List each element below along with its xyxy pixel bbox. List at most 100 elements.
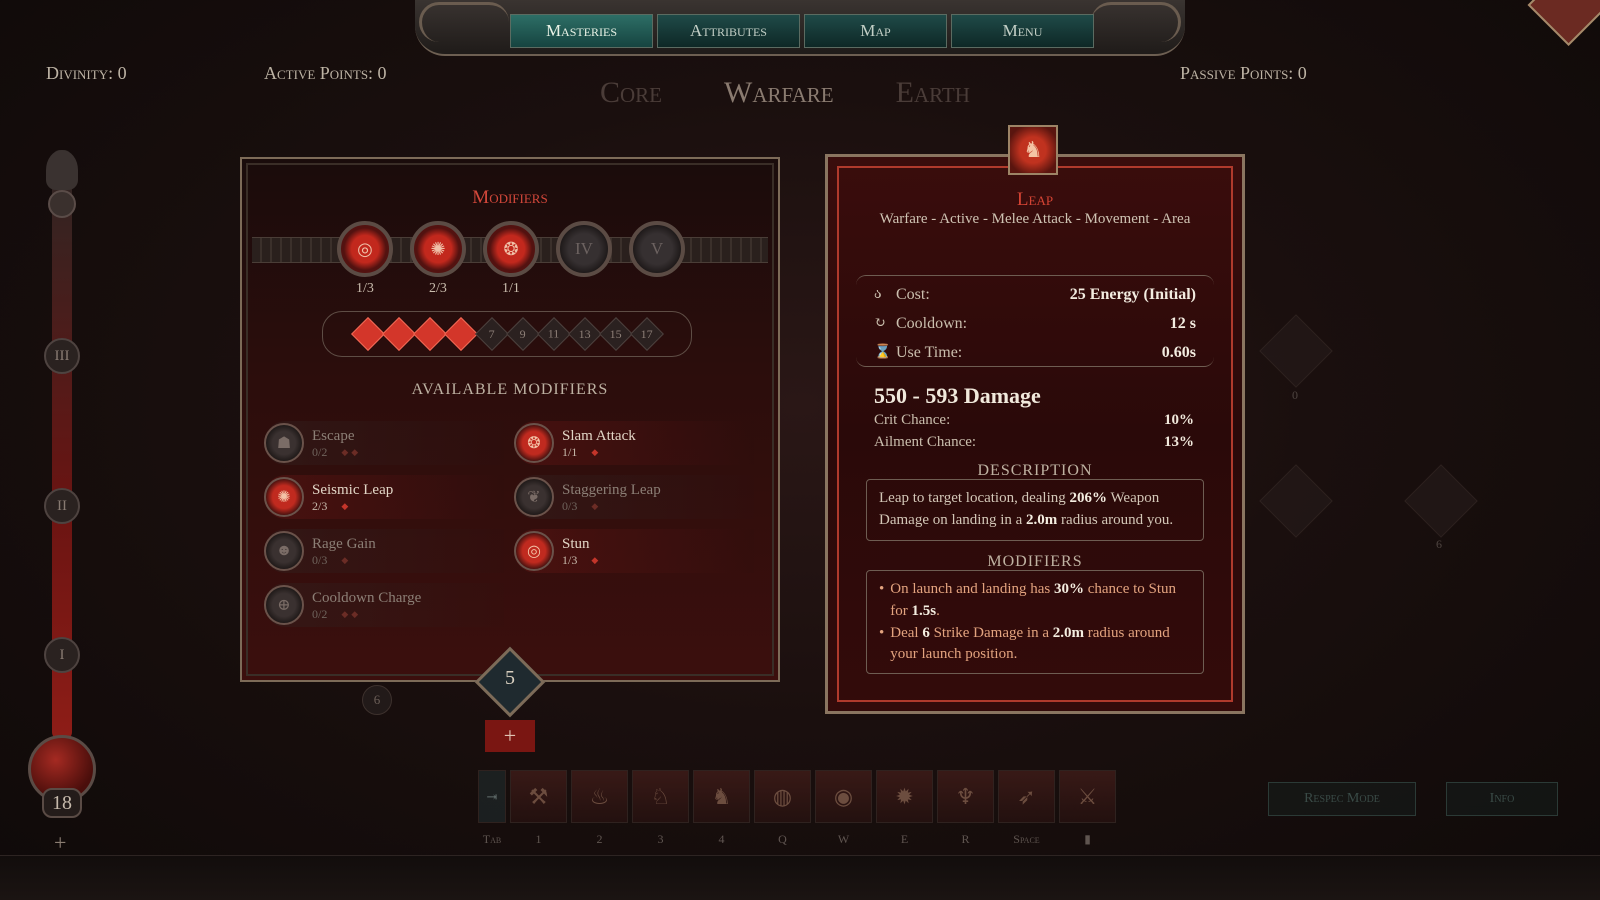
progress-diamond-filled	[412, 317, 447, 351]
hourglass-icon: ⌛	[874, 345, 892, 360]
modifiers-panel: Modifiers ◎ ✺ ❂ IV V 1/3 2/3 1/1 7 9 11 …	[240, 157, 780, 682]
skill-detail-panel: Leap Warfare - Active - Melee Attack - M…	[825, 154, 1245, 714]
skill-tree-node[interactable]	[1404, 464, 1478, 538]
key-label: E	[900, 832, 909, 846]
skill-points-value: 5	[505, 667, 515, 689]
bottom-frame	[0, 855, 1600, 900]
skill-title: Leap	[1016, 189, 1054, 210]
modifier-slot-stun-icon[interactable]: ◎	[337, 221, 393, 277]
skill-slot-sword-icon[interactable]: ⚔	[1059, 770, 1116, 823]
mastery-tab-warfare[interactable]: Warfare	[724, 76, 834, 110]
rage-gain-icon: ☻	[264, 531, 304, 571]
respec-mode-button[interactable]: Respec Mode	[1268, 782, 1416, 816]
description-title: DESCRIPTION	[977, 462, 1093, 479]
tier-node-iii[interactable]: III	[44, 338, 80, 374]
progress-diamond: 13	[567, 317, 602, 351]
divinity-counter: Divinity: 0	[46, 63, 127, 83]
crit-chance-row: Crit Chance: 10%	[874, 412, 1194, 428]
key-label: 3	[657, 832, 664, 846]
skill-slot-axe-icon[interactable]: ⚒	[510, 770, 567, 823]
skill-slot-vortex-icon[interactable]: ✹	[876, 770, 933, 823]
skill-bar: ⇥ ⚒ ♨ ♘ ♞ ◍ ◉ ✹ ♆ ➶ ⚔	[478, 770, 1116, 823]
key-label: 2	[596, 832, 603, 846]
seismic-leap-icon: ✺	[264, 477, 304, 517]
stat-cost: ა Cost: 25 Energy (Initial)	[874, 285, 1196, 303]
modifier-stun[interactable]: ◎ Stun 1/3 ◆	[514, 529, 754, 573]
close-ornament-icon[interactable]	[1527, 0, 1600, 46]
modifier-point-progress: 7 9 11 13 15 17	[322, 311, 692, 357]
modifier-slot-slam-icon[interactable]: ❂	[483, 221, 539, 277]
skill-slot-beast-icon[interactable]: ♘	[632, 770, 689, 823]
skill-point-badge-small: 6	[362, 685, 392, 715]
mastery-level: 18	[42, 788, 82, 818]
slot-count: 1/1	[502, 281, 520, 296]
tab-masteries[interactable]: Masteries	[510, 14, 653, 48]
info-button[interactable]: Info	[1446, 782, 1558, 816]
cooldown-charge-icon: ⊕	[264, 585, 304, 625]
left-ornament	[419, 2, 509, 42]
modifier-escape[interactable]: ☗ Escape 0/2 ◆◆	[264, 421, 504, 465]
modifier-cooldown-charge[interactable]: ⊕ Cooldown Charge 0/2 ◆◆	[264, 583, 504, 627]
skill-stats: ა Cost: 25 Energy (Initial) ↻ Cooldown: 12…	[856, 275, 1214, 367]
key-label: R	[961, 832, 970, 846]
progress-diamond-filled	[443, 317, 478, 351]
modifier-slot-locked-v: V	[629, 221, 685, 277]
progress-diamond: 9	[505, 317, 540, 351]
right-ornament	[1091, 2, 1181, 42]
active-points-counter: Active Points: 0	[264, 63, 387, 83]
key-label: Q	[778, 832, 787, 846]
key-label: W	[837, 832, 850, 846]
modifier-slot-locked-iv: IV	[556, 221, 612, 277]
slot-count: 1/3	[356, 281, 374, 296]
ailment-chance-row: Ailment Chance: 13%	[874, 434, 1194, 450]
stun-icon: ◎	[514, 531, 554, 571]
modifiers-title: Modifiers	[472, 187, 548, 208]
mastery-tab-core[interactable]: Core	[600, 76, 662, 110]
skill-modifier-effects: • On launch and landing has 30% chance to…	[866, 570, 1204, 674]
skill-slot-ring-icon[interactable]: ◍	[754, 770, 811, 823]
progress-diamond-filled	[381, 317, 416, 351]
progress-diamond-filled	[350, 317, 385, 351]
progress-diamond: 7	[474, 317, 509, 351]
mouse-icon: ▮	[1084, 832, 1091, 846]
skill-slot-leap-icon[interactable]: ♞	[693, 770, 750, 823]
key-label: Tab	[482, 832, 502, 846]
modifier-effect: • On launch and landing has 30% chance to…	[879, 581, 1177, 619]
modifier-slot-seismic-icon[interactable]: ✺	[410, 221, 466, 277]
add-level-button[interactable]: +	[54, 830, 66, 856]
stat-cooldown: ↻ Cooldown: 12 s	[874, 314, 1196, 332]
skill-tree-node[interactable]	[1259, 464, 1333, 538]
tier-node-ii[interactable]: II	[44, 488, 80, 524]
add-point-button[interactable]: +	[485, 720, 535, 752]
tier-node-i[interactable]: I	[44, 637, 80, 673]
modifier-rage-gain[interactable]: ☻ Rage Gain 0/3 ◆	[264, 529, 504, 573]
skill-node-level: 0	[1292, 388, 1298, 402]
tab-attributes[interactable]: Attributes	[657, 14, 800, 48]
mastery-tab-earth[interactable]: Earth	[896, 76, 970, 110]
staggering-leap-icon: ❦	[514, 477, 554, 517]
tab-menu[interactable]: Menu	[951, 14, 1094, 48]
lock-icon	[48, 190, 76, 218]
progress-diamond: 11	[536, 317, 571, 351]
energy-icon: ა	[874, 287, 882, 302]
progress-diamond: 15	[598, 317, 633, 351]
modifier-staggering-leap[interactable]: ❦ Staggering Leap 0/3 ◆	[514, 475, 754, 519]
skill-slot-earth-icon[interactable]: ◉	[815, 770, 872, 823]
modifier-effect: • Deal 6 Strike Damage in a 2.0m radius a…	[879, 624, 1170, 663]
tab-slot-icon[interactable]: ⇥	[478, 770, 506, 823]
escape-icon: ☗	[264, 423, 304, 463]
skill-tags: Warfare - Active - Melee Attack - Moveme…	[879, 211, 1191, 227]
modifier-slam-attack[interactable]: ❂ Slam Attack 1/1 ◆	[514, 421, 754, 465]
slam-attack-icon: ❂	[514, 423, 554, 463]
skill-slot-totem-icon[interactable]: ♆	[937, 770, 994, 823]
skill-slot-rupture-icon[interactable]: ♨	[571, 770, 628, 823]
modifier-seismic-leap[interactable]: ✺ Seismic Leap 2/3 ◆	[264, 475, 504, 519]
leap-skill-icon: ♞	[1008, 125, 1058, 175]
skill-node-level: 6	[1436, 537, 1442, 551]
skill-slot-dash-icon[interactable]: ➶	[998, 770, 1055, 823]
skill-tree-node[interactable]	[1259, 314, 1333, 388]
cooldown-icon: ↻	[874, 316, 886, 331]
progress-diamond: 17	[629, 317, 664, 351]
key-label: 1	[535, 832, 542, 846]
tab-map[interactable]: Map	[804, 14, 947, 48]
